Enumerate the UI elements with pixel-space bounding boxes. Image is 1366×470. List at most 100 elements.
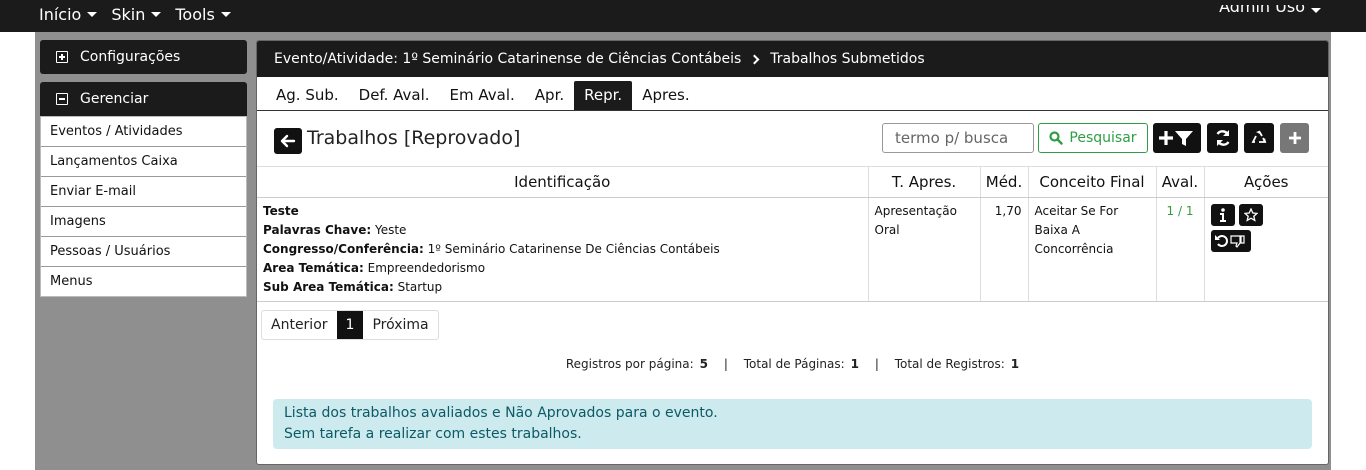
table-row: Teste Palavras Chave: Yeste Congresso/Co… <box>257 197 1328 302</box>
pages-value: 1 <box>850 357 860 371</box>
nav-tools-label: Tools <box>175 5 215 24</box>
nav-inicio[interactable]: Início <box>39 5 98 24</box>
subarea-label: Sub Area Temática: <box>263 279 394 294</box>
nav-tools[interactable]: Tools <box>175 5 231 24</box>
breadcrumb-current: Trabalhos Submetidos <box>770 51 925 67</box>
actions-row <box>1210 229 1323 252</box>
recycle-button[interactable] <box>1244 123 1274 153</box>
actions-row <box>1210 203 1323 226</box>
breadcrumb: Evento/Atividade: 1º Seminário Catarinen… <box>257 41 1328 77</box>
sidebar-section-configuracoes[interactable]: Configurações <box>40 40 247 74</box>
user-menu[interactable]: Admin Uso <box>1219 5 1321 15</box>
main-panel: Evento/Atividade: 1º Seminário Catarinen… <box>256 40 1329 465</box>
tab-apres[interactable]: Apres. <box>632 81 699 110</box>
info-alert: Lista dos trabalhos avaliados e Não Apro… <box>273 399 1312 449</box>
undo-thumbs-down-icon <box>1214 234 1245 248</box>
cell-acoes <box>1203 197 1328 302</box>
pagination-next[interactable]: Próxima <box>363 311 437 339</box>
area-value: Empreendedorismo <box>367 260 486 275</box>
col-avaliacoes[interactable]: Aval. <box>1155 167 1204 198</box>
tab-def-aval[interactable]: Def. Aval. <box>349 81 440 110</box>
add-button[interactable] <box>1280 123 1309 153</box>
star-button[interactable] <box>1238 203 1263 226</box>
per-page-value: 5 <box>699 357 709 371</box>
info-icon <box>1219 207 1226 222</box>
pagination: Anterior 1 Próxima <box>261 310 439 340</box>
cell-tipo-apresentacao: Apresentação Oral <box>867 197 980 302</box>
congress-label: Congresso/Conferência: <box>263 241 424 256</box>
star-icon <box>1243 207 1258 222</box>
recycle-icon <box>1251 130 1267 143</box>
search-button[interactable]: Pesquisar <box>1038 123 1148 153</box>
cell-avaliacoes[interactable]: 1 / 1 <box>1155 197 1204 302</box>
sidebar-item-eventos[interactable]: Eventos / Atividades <box>41 117 246 147</box>
sidebar-section-label: Configurações <box>80 49 181 65</box>
status-tabs: Ag. Sub. Def. Aval. Em Aval. Apr. Repr. … <box>257 77 1328 111</box>
add-filter-button[interactable] <box>1153 123 1201 153</box>
caret-down-icon <box>1311 7 1321 13</box>
keywords-label: Palavras Chave: <box>263 222 372 237</box>
top-navbar: Início Skin Tools Admin Uso <box>0 0 1366 32</box>
nav-inicio-label: Início <box>39 5 82 24</box>
sidebar-section-gerenciar[interactable]: Gerenciar <box>40 82 247 116</box>
tab-em-aval[interactable]: Em Aval. <box>440 81 525 110</box>
records-label: Total de Registros: <box>894 357 1005 371</box>
nav-skin-label: Skin <box>111 5 146 24</box>
list-toolbar: Trabalhos [Reprovado] Pesquisar <box>257 111 1328 167</box>
info-line-2: Sem tarefa a realizar com estes trabalho… <box>284 426 582 442</box>
nav-skin[interactable]: Skin <box>111 5 162 24</box>
caret-down-icon <box>151 12 162 17</box>
col-identificacao[interactable]: Identificação <box>257 167 868 198</box>
sidebar-section-label: Gerenciar <box>80 91 149 107</box>
tab-ag-sub[interactable]: Ag. Sub. <box>266 81 349 110</box>
records-value: 1 <box>1010 357 1020 371</box>
refresh-button[interactable] <box>1207 123 1238 153</box>
sidebar-item-imagens[interactable]: Imagens <box>41 207 246 237</box>
plus-filter-icon <box>1159 131 1193 146</box>
tab-apr[interactable]: Apr. <box>525 81 574 110</box>
arrow-left-icon <box>280 134 296 148</box>
per-page-label: Registros por página: <box>565 357 694 371</box>
info-button[interactable] <box>1210 203 1235 226</box>
separator: | <box>723 357 728 371</box>
pagination-current[interactable]: 1 <box>336 311 364 339</box>
back-button[interactable] <box>274 128 302 154</box>
sidebar-item-email[interactable]: Enviar E-mail <box>41 177 246 207</box>
work-title: Teste <box>263 203 299 218</box>
sidebar-item-pessoas[interactable]: Pessoas / Usuários <box>41 237 246 267</box>
cell-identificacao: Teste Palavras Chave: Yeste Congresso/Co… <box>257 197 868 302</box>
subarea-value: Startup <box>397 279 443 294</box>
caret-down-icon <box>220 12 231 17</box>
undo-reject-button[interactable] <box>1210 229 1251 252</box>
pages-label: Total de Páginas: <box>743 357 845 371</box>
cell-media: 1,70 <box>979 197 1028 302</box>
separator: | <box>874 357 879 371</box>
sidebar-item-menus[interactable]: Menus <box>41 267 246 296</box>
col-tipo-apresentacao[interactable]: T. Apres. <box>867 167 980 198</box>
search-button-label: Pesquisar <box>1069 130 1137 146</box>
cell-conceito-final: Aceitar Se For Baixa A Concorrência <box>1027 197 1156 302</box>
breadcrumb-event[interactable]: Evento/Atividade: 1º Seminário Catarinen… <box>274 51 741 67</box>
table-header-row: Identificação T. Apres. Méd. Conceito Fi… <box>257 167 1328 198</box>
refresh-icon <box>1216 130 1229 146</box>
sidebar-item-lancamentos[interactable]: Lançamentos Caixa <box>41 147 246 177</box>
expand-icon <box>56 51 68 63</box>
search-input[interactable] <box>882 123 1034 153</box>
col-media[interactable]: Méd. <box>979 167 1028 198</box>
congress-value: 1º Seminário Catarinense De Ciências Con… <box>427 241 720 256</box>
collapse-icon <box>56 93 68 105</box>
col-acoes: Ações <box>1203 167 1328 198</box>
sidebar-list: Eventos / Atividades Lançamentos Caixa E… <box>40 116 247 297</box>
records-stats: Registros por página: 5 | Total de Página… <box>257 357 1328 371</box>
search-icon <box>1049 131 1064 145</box>
tab-repr[interactable]: Repr. <box>574 81 633 110</box>
sidebar: Configurações Gerenciar Eventos / Ativid… <box>40 40 247 297</box>
area-label: Area Temática: <box>263 260 364 275</box>
pagination-prev[interactable]: Anterior <box>262 311 337 339</box>
col-conceito-final[interactable]: Conceito Final <box>1027 167 1156 198</box>
caret-down-icon <box>87 12 98 17</box>
user-menu-label: Admin Uso <box>1219 5 1305 15</box>
top-nav: Início Skin Tools <box>39 5 231 24</box>
chevron-right-icon <box>749 54 760 64</box>
keywords-value: Yeste <box>374 222 407 237</box>
